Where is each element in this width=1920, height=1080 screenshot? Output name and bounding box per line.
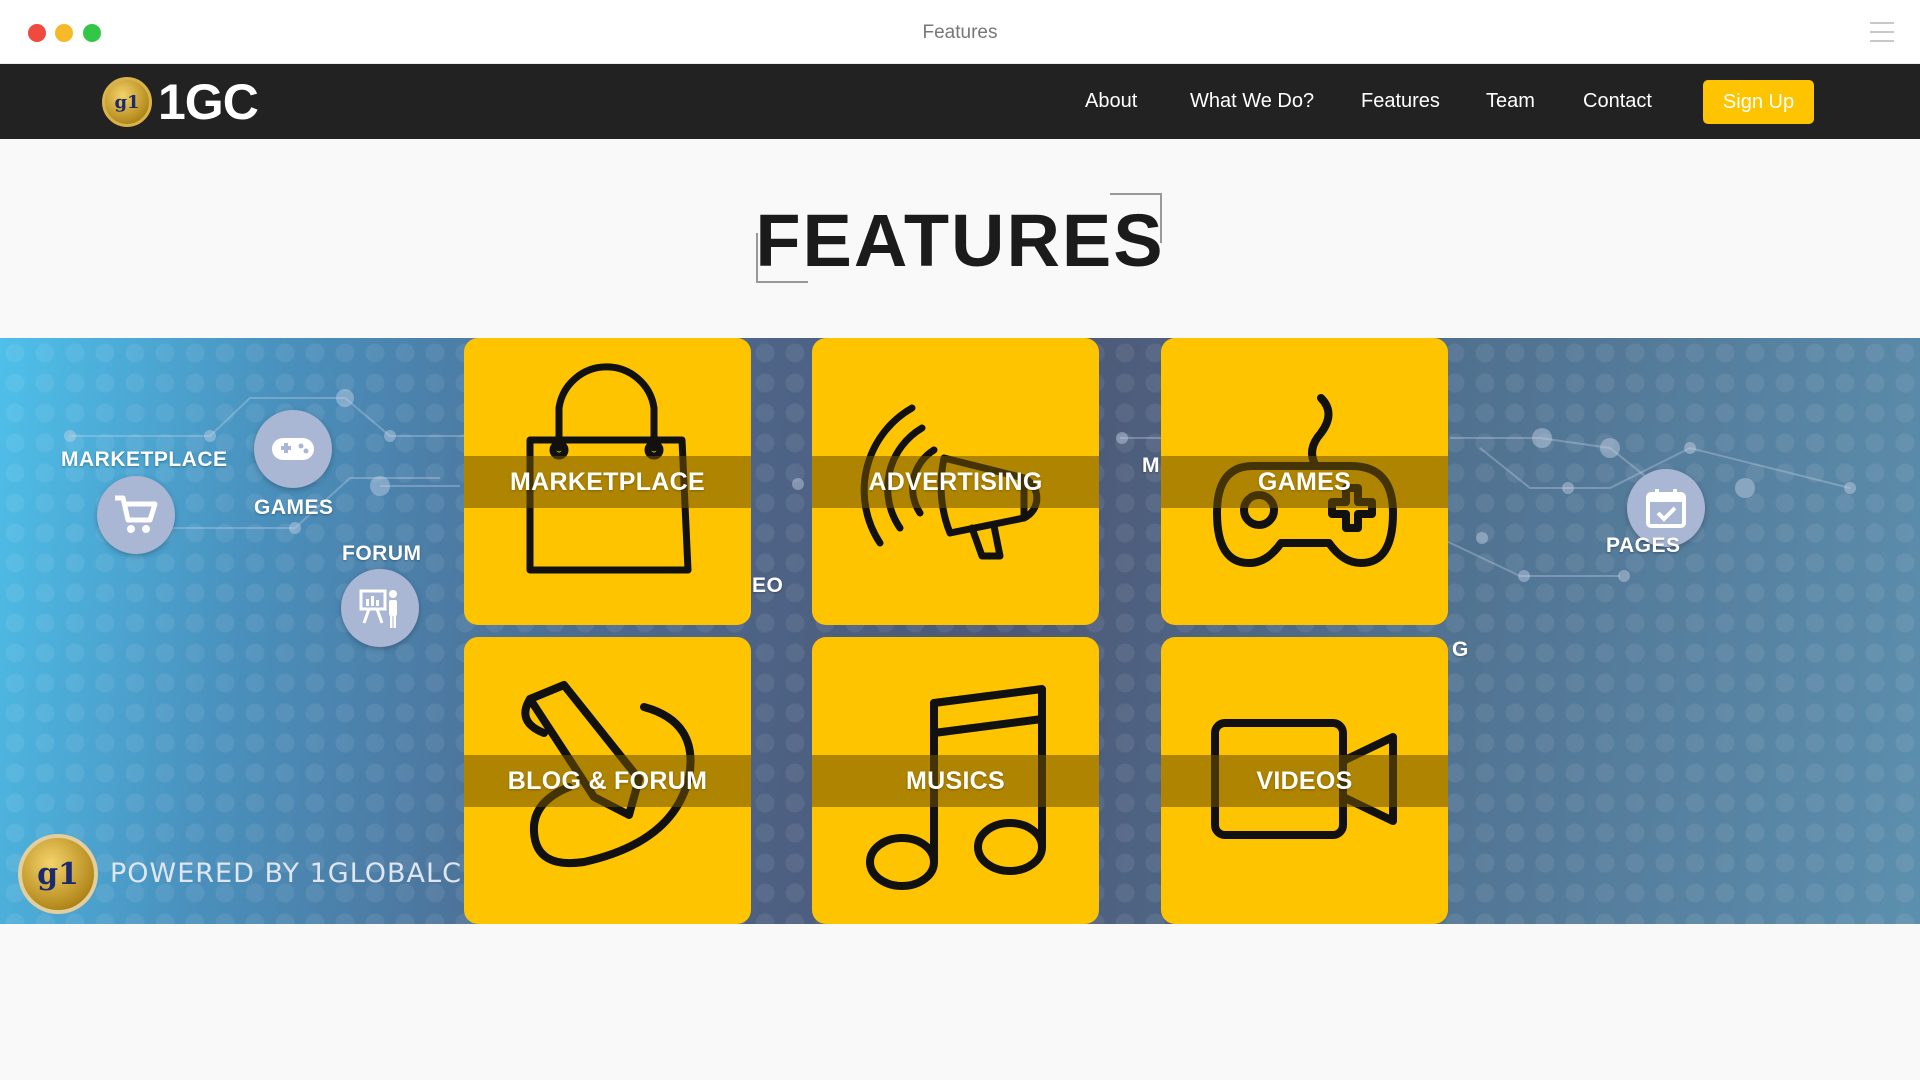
tile-label: BLOG & FORUM: [507, 766, 708, 795]
banner-label-pages: PAGES: [1606, 534, 1681, 557]
tile-label: MUSICS: [905, 766, 1006, 795]
tile-label: MARKETPLACE: [510, 467, 705, 496]
window-titlebar: Features: [0, 0, 1920, 64]
nav-link-about[interactable]: About: [1085, 64, 1137, 139]
banner-label-partial-m: M: [1142, 454, 1160, 477]
tile-label-band: VIDEOS: [1161, 755, 1448, 807]
feature-tile-musics[interactable]: MUSICS: [812, 637, 1099, 924]
feature-tile-videos[interactable]: VIDEOS: [1161, 637, 1448, 924]
feature-tile-blog-forum[interactable]: BLOG & FORUM: [464, 637, 751, 924]
powered-badge-icon: g1: [18, 834, 98, 914]
banner-label-forum: FORUM: [342, 542, 422, 565]
page: Features g1 1GC About What We Do? Featur…: [0, 0, 1920, 1080]
nav-link-features[interactable]: Features: [1361, 64, 1440, 139]
logo-text: 1GC: [158, 74, 259, 130]
presentation-icon: [341, 569, 419, 647]
tile-label-band: GAMES: [1161, 456, 1448, 508]
nav-link-team[interactable]: Team: [1486, 64, 1535, 139]
tile-label-band: MUSICS: [812, 755, 1099, 807]
shopping-cart-icon: [97, 476, 175, 554]
banner-label-partial-g: G: [1452, 638, 1469, 661]
powered-by-text: POWERED BY 1GLOBALCLU: [110, 858, 498, 889]
tile-label: ADVERTISING: [868, 467, 1043, 496]
banner-label-marketplace: MARKETPLACE: [61, 448, 228, 471]
banner-label-games: GAMES: [254, 496, 334, 519]
window-title: Features: [922, 22, 998, 43]
feature-tile-advertising[interactable]: ADVERTISING: [812, 338, 1099, 625]
site-logo[interactable]: g1 1GC: [102, 74, 259, 130]
tile-label: GAMES: [1257, 467, 1352, 496]
tile-label-band: ADVERTISING: [812, 456, 1099, 508]
tile-label-band: BLOG & FORUM: [464, 755, 751, 807]
feature-tile-marketplace[interactable]: MARKETPLACE: [464, 338, 751, 625]
hamburger-menu-icon[interactable]: [1870, 22, 1894, 42]
site-navbar: g1 1GC About What We Do? Features Team C…: [0, 64, 1920, 139]
tile-label: VIDEOS: [1256, 766, 1353, 795]
banner-label-partial-eo: EO: [752, 574, 784, 597]
logo-badge-icon: g1: [102, 77, 152, 127]
sign-up-button[interactable]: Sign Up: [1703, 80, 1814, 124]
feature-tile-games[interactable]: GAMES: [1161, 338, 1448, 625]
nav-link-what-we-do[interactable]: What We Do?: [1190, 64, 1314, 139]
nav-link-contact[interactable]: Contact: [1583, 64, 1652, 139]
tile-label-band: MARKETPLACE: [464, 456, 751, 508]
gamepad-small-icon: [254, 410, 332, 488]
page-title: FEATURES: [755, 199, 1165, 282]
